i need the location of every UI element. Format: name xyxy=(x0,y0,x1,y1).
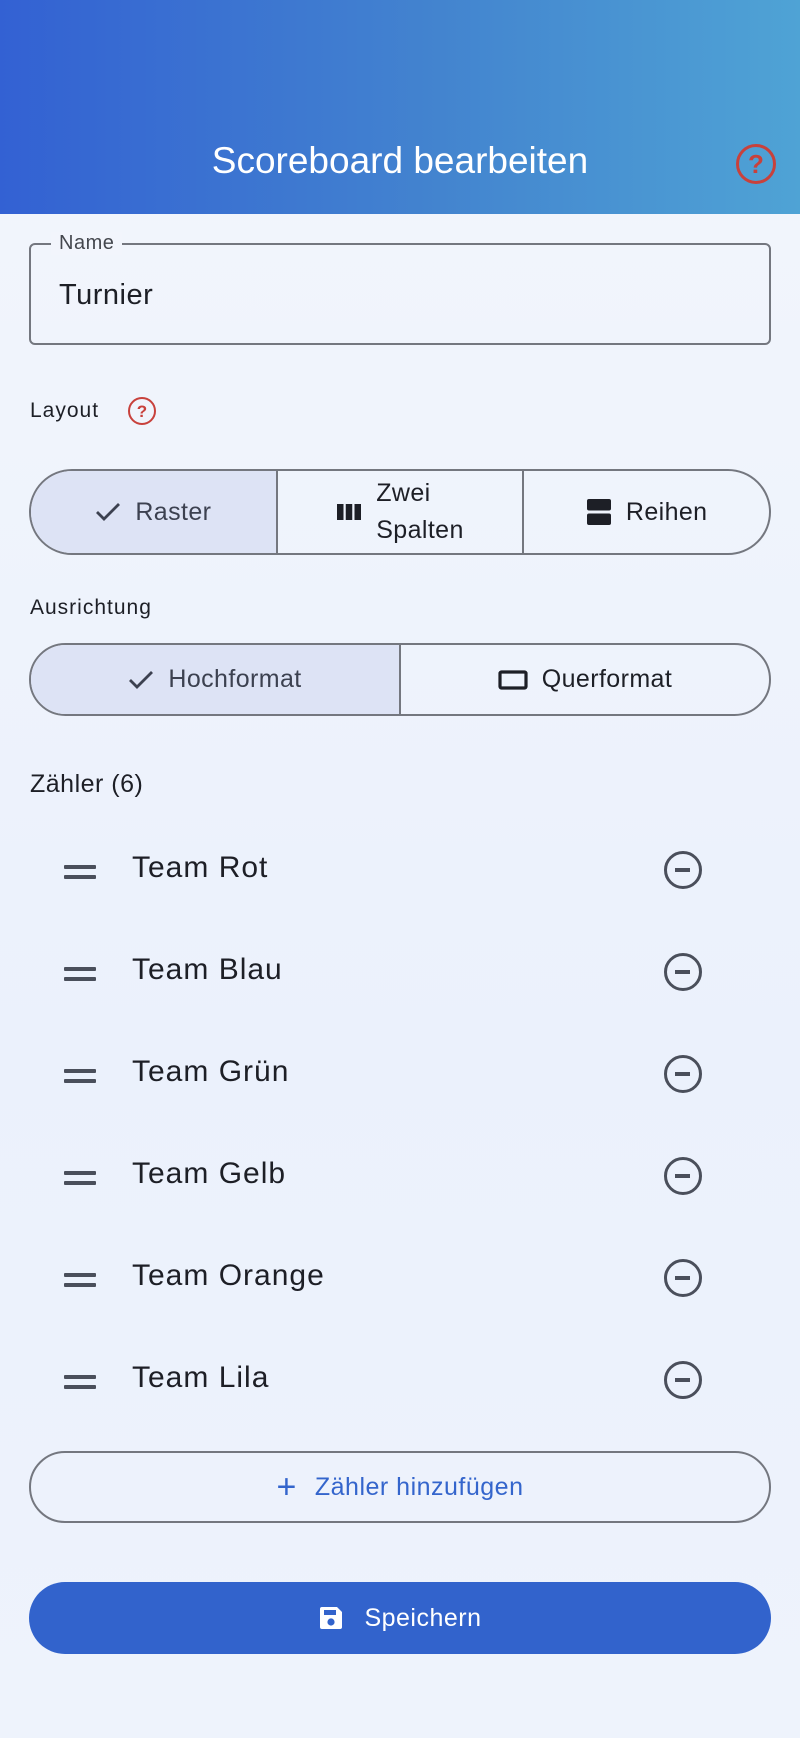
layout-help-glyph: ? xyxy=(136,401,148,421)
layout-option-raster[interactable]: Raster xyxy=(31,471,276,553)
name-field-value[interactable]: Turnier xyxy=(59,279,153,312)
help-icon[interactable]: ? xyxy=(736,144,776,184)
list-item: Team Gelb xyxy=(0,1135,800,1215)
drag-handle-icon[interactable] xyxy=(64,1069,96,1083)
save-button[interactable]: Speichern xyxy=(29,1582,771,1654)
counter-name: Team Gelb xyxy=(132,1157,287,1190)
rows-icon xyxy=(586,499,611,525)
app-bar: Scoreboard bearbeiten ? xyxy=(0,0,800,214)
name-field-label: Name xyxy=(51,232,123,255)
orientation-option-portrait[interactable]: Hochformat xyxy=(31,645,399,714)
check-icon xyxy=(129,670,154,689)
orientation-label: Ausrichtung xyxy=(30,596,152,619)
save-label: Speichern xyxy=(364,1603,482,1632)
drag-handle-icon[interactable] xyxy=(64,967,96,981)
remove-circle-icon[interactable] xyxy=(664,953,702,991)
drag-handle-icon[interactable] xyxy=(64,865,96,879)
counter-name: Team Lila xyxy=(132,1361,270,1394)
landscape-icon xyxy=(498,669,528,690)
orientation-segmented-control: Hochformat Querformat xyxy=(29,643,771,716)
counters-title: Zähler (6) xyxy=(30,770,144,798)
counter-name: Team Orange xyxy=(132,1259,325,1292)
remove-circle-icon[interactable] xyxy=(664,1361,702,1399)
drag-handle-icon[interactable] xyxy=(64,1171,96,1185)
remove-circle-icon[interactable] xyxy=(664,1157,702,1195)
columns-icon xyxy=(337,504,362,520)
list-item: Team Blau xyxy=(0,931,800,1011)
plus-icon: + xyxy=(276,1468,297,1506)
page-title: Scoreboard bearbeiten xyxy=(211,140,589,181)
drag-handle-icon[interactable] xyxy=(64,1375,96,1389)
name-field[interactable]: Name Turnier xyxy=(29,232,771,345)
layout-option-rows[interactable]: Reihen xyxy=(522,471,769,553)
layout-segmented-control: Raster Zwei Spalten Reihen xyxy=(29,469,771,555)
orientation-option-landscape[interactable]: Querformat xyxy=(399,645,769,714)
orientation-option-label: Hochformat xyxy=(168,665,302,693)
list-item: Team Orange xyxy=(0,1237,800,1317)
drag-handle-icon[interactable] xyxy=(64,1273,96,1287)
add-counter-label: Zähler hinzufügen xyxy=(314,1472,524,1501)
list-item: Team Lila xyxy=(0,1339,800,1419)
layout-option-label: Zwei Spalten xyxy=(376,479,464,544)
remove-circle-icon[interactable] xyxy=(664,1055,702,1093)
counter-name: Team Rot xyxy=(132,851,269,884)
help-icon-glyph: ? xyxy=(748,149,764,179)
counter-name: Team Grün xyxy=(132,1055,290,1088)
list-item: Team Grün xyxy=(0,1033,800,1113)
layout-option-label: Raster xyxy=(135,497,212,526)
save-icon xyxy=(320,1607,343,1629)
layout-help-icon[interactable]: ? xyxy=(128,397,156,425)
layout-label: Layout xyxy=(30,399,100,422)
layout-option-two-columns[interactable]: Zwei Spalten xyxy=(275,471,523,553)
layout-option-label: Reihen xyxy=(625,497,708,526)
list-item: Team Rot xyxy=(0,829,800,909)
remove-circle-icon[interactable] xyxy=(664,851,702,889)
remove-circle-icon[interactable] xyxy=(664,1259,702,1297)
counter-name: Team Blau xyxy=(132,953,283,986)
check-icon xyxy=(96,503,121,521)
orientation-option-label: Querformat xyxy=(541,665,673,693)
add-counter-button[interactable]: + Zähler hinzufügen xyxy=(29,1451,771,1523)
